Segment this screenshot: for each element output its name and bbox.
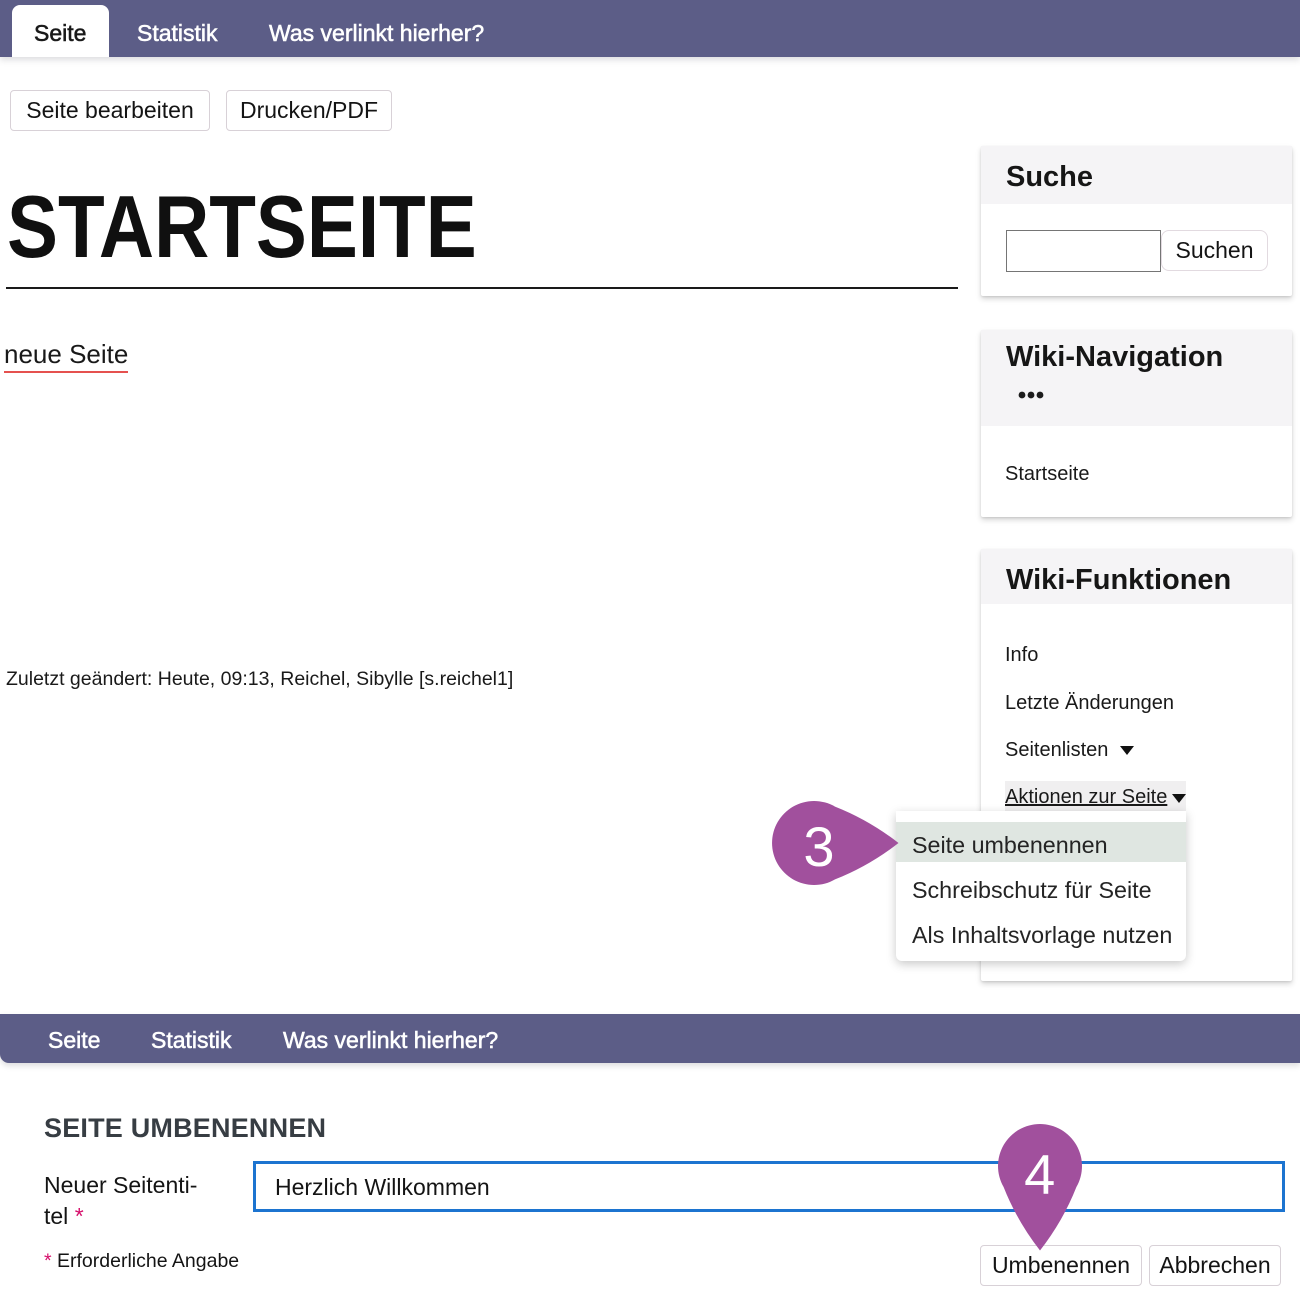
svg-text:3: 3 <box>803 815 834 878</box>
svg-text:4: 4 <box>1024 1142 1055 1205</box>
